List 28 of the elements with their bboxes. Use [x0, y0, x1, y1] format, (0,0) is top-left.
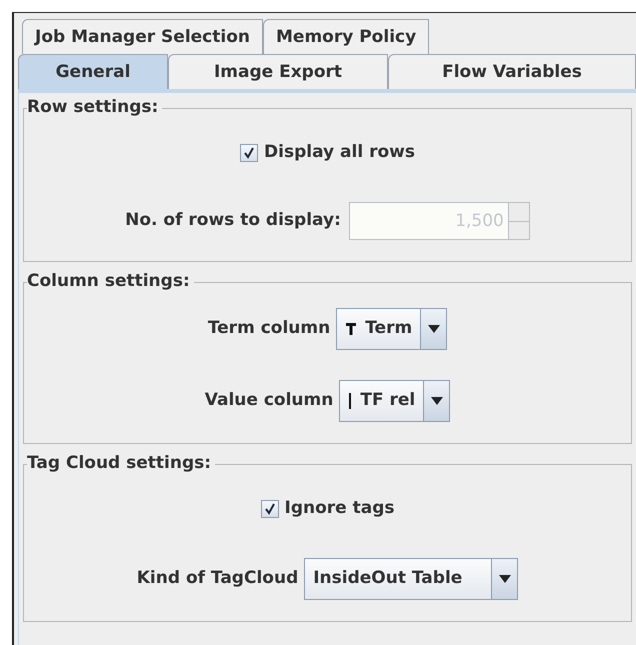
checkbox-label: Ignore tags: [284, 497, 394, 520]
field-label: Term column: [208, 317, 330, 340]
tab[interactable]: Memory Policy: [263, 19, 430, 54]
caret-icon: [428, 325, 440, 333]
dropdown[interactable]: InsideOut Table: [304, 558, 518, 600]
checkbox[interactable]: [260, 500, 278, 518]
dropdown-value: TF rel: [360, 389, 416, 412]
tab[interactable]: Flow Variables: [388, 54, 636, 89]
check-icon: [264, 503, 276, 515]
tab[interactable]: Image Export: [168, 54, 388, 89]
field-label: Value column: [204, 389, 334, 412]
check-icon: [243, 147, 256, 159]
dropdown[interactable]: TF rel: [339, 380, 450, 422]
dropdown[interactable]: Term: [336, 308, 448, 350]
caret-icon: [498, 575, 511, 583]
checkbox[interactable]: [240, 144, 258, 162]
tab[interactable]: Job Manager Selection: [22, 19, 263, 54]
group-title: Row settings:: [27, 96, 162, 118]
group-title: Tag Cloud settings:: [27, 452, 216, 474]
group-title: Column settings:: [27, 270, 194, 292]
tab[interactable]: General: [18, 54, 168, 89]
string-type-icon: [345, 322, 358, 336]
caret-icon: [430, 397, 443, 405]
field-label: No. of rows to display:: [125, 209, 341, 232]
dropdown-value: Term: [365, 317, 412, 340]
dropdown-value: InsideOut Table: [313, 567, 462, 590]
field-label: Kind of TagCloud: [136, 567, 298, 590]
checkbox-label: Display all rows: [264, 141, 415, 164]
